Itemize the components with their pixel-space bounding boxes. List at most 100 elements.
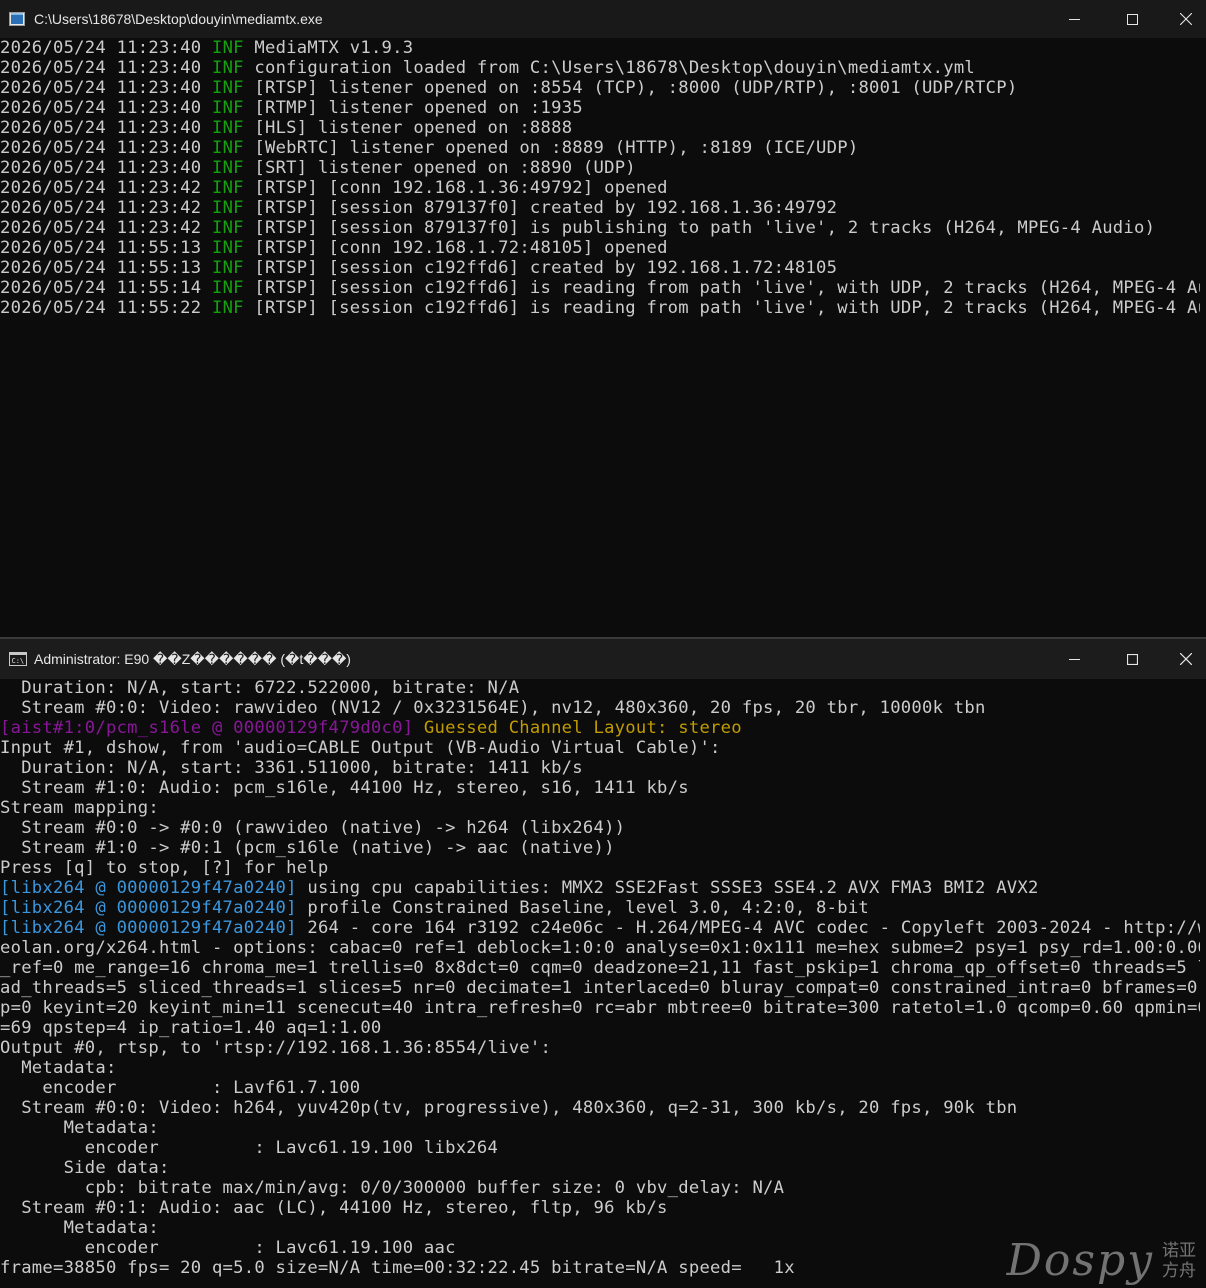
log-message: [WebRTC] listener opened on :8889 (HTTP)…: [254, 138, 859, 158]
console-line: encoder : Lavc61.19.100 libx264: [0, 1138, 1200, 1158]
log-level: INF: [211, 238, 244, 258]
console-line: =69 qpstep=4 ip_ratio=1.40 aq=1:1.00: [0, 1018, 1200, 1038]
console-line: [libx264 @ 00000129f47a0240] profile Con…: [0, 898, 1200, 918]
log-source-prefix: [libx264 @ 00000129f47a0240]: [0, 898, 297, 918]
log-message: [RTSP] [conn 192.168.1.72:48105] opened: [254, 238, 668, 258]
svg-text:C:\: C:\: [12, 657, 25, 665]
window-title: Administrator: E90 ��Z������ (�t���): [34, 650, 351, 667]
console-line: Stream #1:0 -> #0:1 (pcm_s16le (native) …: [0, 838, 1200, 858]
log-timestamp: 2026/05/24 11:23:40: [0, 98, 202, 118]
console-text: cpb: bitrate max/min/avg: 0/0/300000 buf…: [0, 1178, 785, 1198]
log-level: INF: [211, 98, 244, 118]
maximize-icon: [1126, 13, 1138, 25]
maximize-button[interactable]: [1104, 0, 1160, 38]
log-timestamp: 2026/05/24 11:23:40: [0, 118, 202, 138]
console-text: Metadata:: [0, 1058, 117, 1078]
log-message: [RTSP] listener opened on :8554 (TCP), :…: [254, 78, 1018, 98]
console-line: eolan.org/x264.html - options: cabac=0 r…: [0, 938, 1200, 958]
console-line: Stream #0:0: Video: h264, yuv420p(tv, pr…: [0, 1098, 1200, 1118]
minimize-button[interactable]: [1046, 0, 1102, 38]
log-line: 2026/05/24 11:23:42 INF [RTSP] [conn 192…: [0, 178, 1200, 198]
log-level: INF: [211, 218, 244, 238]
log-line: 2026/05/24 11:55:13 INF [RTSP] [conn 192…: [0, 238, 1200, 258]
log-timestamp: 2026/05/24 11:23:40: [0, 58, 202, 78]
log-timestamp: 2026/05/24 11:55:22: [0, 298, 202, 318]
log-message: [RTSP] [session 879137f0] is publishing …: [254, 218, 1156, 238]
log-timestamp: 2026/05/24 11:23:42: [0, 218, 202, 238]
console-text: Stream mapping:: [0, 798, 159, 818]
log-level: INF: [211, 178, 244, 198]
console-text: frame=38850 fps= 20 q=5.0 size=N/A time=…: [0, 1258, 795, 1278]
log-level: INF: [211, 278, 244, 298]
console-line: Stream #0:1: Audio: aac (LC), 44100 Hz, …: [0, 1198, 1200, 1218]
log-message: [RTSP] [conn 192.168.1.36:49792] opened: [254, 178, 668, 198]
console-text: Stream #0:0 -> #0:0 (rawvideo (native) -…: [0, 818, 626, 838]
console-text: ad_threads=5 sliced_threads=1 slices=5 n…: [0, 978, 1200, 998]
console-text: Press [q] to stop, [?] for help: [0, 858, 329, 878]
console-text: Input #1, dshow, from 'audio=CABLE Outpu…: [0, 738, 721, 758]
log-message: configuration loaded from C:\Users\18678…: [254, 58, 976, 78]
terminal-app-icon: [9, 12, 25, 26]
console-line: Metadata:: [0, 1058, 1200, 1078]
log-timestamp: 2026/05/24 11:55:13: [0, 238, 202, 258]
console-text: =69 qpstep=4 ip_ratio=1.40 aq=1:1.00: [0, 1018, 382, 1038]
log-level: INF: [211, 158, 244, 178]
log-level: INF: [211, 198, 244, 218]
log-timestamp: 2026/05/24 11:23:40: [0, 158, 202, 178]
console-line: Duration: N/A, start: 3361.511000, bitra…: [0, 758, 1200, 778]
log-line: 2026/05/24 11:23:40 INF [HLS] listener o…: [0, 118, 1200, 138]
log-source-prefix: [aist#1:0/pcm_s16le @ 00000129f479d0c0]: [0, 718, 414, 738]
minimize-icon: [1068, 18, 1080, 20]
console-text: Metadata:: [0, 1218, 159, 1238]
console-line: Press [q] to stop, [?] for help: [0, 858, 1200, 878]
maximize-button[interactable]: [1104, 639, 1160, 679]
log-message: [RTSP] [session c192ffd6] is reading fro…: [254, 278, 1200, 298]
console-line: [libx264 @ 00000129f47a0240] using cpu c…: [0, 878, 1200, 898]
console-line: Metadata:: [0, 1118, 1200, 1138]
dospy-watermark: Dospy 诺亚方舟: [1007, 1235, 1200, 1286]
log-timestamp: 2026/05/24 11:23:40: [0, 78, 202, 98]
log-timestamp: 2026/05/24 11:23:40: [0, 138, 202, 158]
console-line: cpb: bitrate max/min/avg: 0/0/300000 buf…: [0, 1178, 1200, 1198]
console-text: Metadata:: [0, 1118, 159, 1138]
log-message: [SRT] listener opened on :8890 (UDP): [254, 158, 636, 178]
watermark-subtext: 诺亚方舟: [1162, 1240, 1196, 1281]
log-message: [HLS] listener opened on :8888: [254, 118, 573, 138]
log-timestamp: 2026/05/24 11:23:42: [0, 198, 202, 218]
console-text: Stream #1:0 -> #0:1 (pcm_s16le (native) …: [0, 838, 615, 858]
log-source-prefix: [libx264 @ 00000129f47a0240]: [0, 918, 297, 938]
log-line: 2026/05/24 11:55:22 INF [RTSP] [session …: [0, 298, 1200, 318]
mediamtx-console-output[interactable]: 2026/05/24 11:23:40 INF MediaMTX v1.9.3 2…: [0, 38, 1200, 318]
console-text: Side data:: [0, 1158, 170, 1178]
console-text: encoder : Lavc61.19.100 aac: [0, 1238, 456, 1258]
log-timestamp: 2026/05/24 11:23:42: [0, 178, 202, 198]
log-level: INF: [211, 298, 244, 318]
mediamtx-titlebar[interactable]: C:\Users\18678\Desktop\douyin\mediamtx.e…: [0, 0, 1206, 38]
log-level: INF: [211, 78, 244, 98]
minimize-button[interactable]: [1046, 639, 1102, 679]
close-button[interactable]: [1166, 639, 1206, 679]
close-button[interactable]: [1166, 0, 1206, 38]
log-line: 2026/05/24 11:23:40 INF [SRT] listener o…: [0, 158, 1200, 178]
log-level: INF: [211, 38, 244, 58]
console-line: Duration: N/A, start: 6722.522000, bitra…: [0, 678, 1200, 698]
log-timestamp: 2026/05/24 11:23:40: [0, 38, 202, 58]
maximize-icon: [1126, 653, 1138, 665]
console-text: eolan.org/x264.html - options: cabac=0 r…: [0, 938, 1200, 958]
console-line: Stream mapping:: [0, 798, 1200, 818]
console-text: 264 - core 164 r3192 c24e06c - H.264/MPE…: [296, 918, 1200, 938]
console-line: Side data:: [0, 1158, 1200, 1178]
log-line: 2026/05/24 11:23:40 INF [WebRTC] listene…: [0, 138, 1200, 158]
console-line: Output #0, rtsp, to 'rtsp://192.168.1.36…: [0, 1038, 1200, 1058]
log-message: MediaMTX v1.9.3: [254, 38, 414, 58]
console-line: Input #1, dshow, from 'audio=CABLE Outpu…: [0, 738, 1200, 758]
log-level: INF: [211, 258, 244, 278]
ffmpeg-console-output[interactable]: Duration: N/A, start: 6722.522000, bitra…: [0, 678, 1200, 1278]
console-text: Guessed Channel Layout: stereo: [413, 718, 742, 738]
log-level: INF: [211, 138, 244, 158]
console-text: _ref=0 me_range=16 chroma_me=1 trellis=0…: [0, 958, 1200, 978]
console-text: Duration: N/A, start: 6722.522000, bitra…: [0, 678, 520, 698]
console-line: Stream #0:0 -> #0:0 (rawvideo (native) -…: [0, 818, 1200, 838]
console-text: Stream #0:0: Video: rawvideo (NV12 / 0x3…: [0, 698, 986, 718]
ffmpeg-titlebar[interactable]: C:\ Administrator: E90 ��Z������ (�t���): [0, 639, 1206, 679]
